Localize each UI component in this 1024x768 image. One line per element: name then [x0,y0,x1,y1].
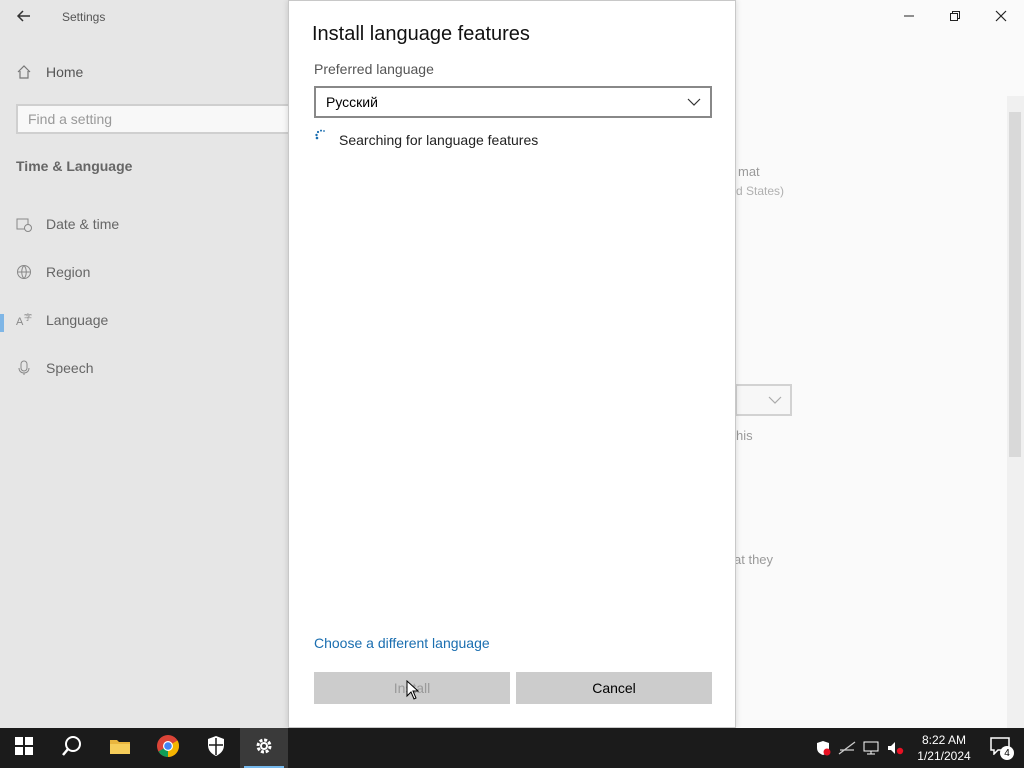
svg-text:字: 字 [24,312,32,322]
nav-item-label: Date & time [46,216,120,232]
windows-logo-icon [15,736,33,760]
loading-spinner-icon [314,129,328,143]
clock[interactable]: 8:22 AM 1/21/2024 [910,732,978,764]
gear-icon [253,735,275,762]
background-dropdown [735,384,792,416]
search-icon [61,735,83,762]
network-icon[interactable] [862,739,880,757]
taskbar-security[interactable] [192,728,240,768]
status-text: Searching for language features [339,132,539,148]
background-text: d States) [736,184,785,198]
taskbar-chrome[interactable] [144,728,192,768]
nav-item-label: Language [46,312,109,328]
speaker-muted-icon[interactable] [886,739,904,757]
nav-item-label: Region [46,264,91,280]
folder-icon [109,737,131,760]
background-text: his [736,428,753,443]
nav-item-date-time[interactable]: Date & time [16,216,119,232]
install-language-dialog: Install language features Preferred lang… [288,0,736,728]
language-select[interactable]: Русский [314,86,712,118]
security-warning-icon[interactable] [814,739,832,757]
back-arrow-icon[interactable] [14,6,34,26]
clock-time: 8:22 AM [921,733,967,747]
choose-different-language-link[interactable]: Choose a different language [314,635,490,651]
taskbar: 8:22 AM 1/21/2024 4 [0,728,1024,768]
window-title: Settings [62,10,106,24]
clock-date: 1/21/2024 [917,749,971,763]
background-text: at they [734,552,774,567]
nav-item-region[interactable]: Region [16,264,90,280]
chevron-down-icon [686,94,702,110]
nav-item-speech[interactable]: Speech [16,360,93,376]
background-text: mat [738,164,760,179]
taskbar-settings[interactable] [240,728,288,768]
home-icon [16,64,32,80]
cancel-button[interactable]: Cancel [516,672,712,704]
action-center-button[interactable]: 4 [984,728,1016,768]
settings-nav-pane: Settings Home Find a setting Time & Lang… [0,0,296,728]
system-tray: 8:22 AM 1/21/2024 4 [814,728,1024,768]
taskbar-file-explorer[interactable] [96,728,144,768]
network-disconnected-icon[interactable] [838,739,856,757]
preferred-language-label: Preferred language [314,61,434,77]
search-placeholder: Find a setting [28,111,113,127]
nav-home[interactable]: Home [16,64,83,80]
section-title: Time & Language [16,158,133,174]
scrollbar-thumb[interactable] [1009,112,1021,457]
window-controls [886,0,1024,32]
globe-icon [16,264,32,280]
shield-icon [206,735,226,762]
minimize-button[interactable] [886,0,932,32]
dialog-title: Install language features [312,23,530,45]
mouse-cursor-icon [406,680,420,700]
svg-text:A: A [16,316,24,328]
nav-item-language[interactable]: A字 Language [0,312,109,332]
language-icon: A字 [16,312,32,328]
close-button[interactable] [978,0,1024,32]
start-button[interactable] [0,728,48,768]
calendar-clock-icon [16,216,32,232]
nav-item-label: Speech [46,360,94,376]
nav-home-label: Home [46,64,84,80]
notification-count-badge: 4 [1000,746,1014,760]
search-button[interactable] [48,728,96,768]
restore-button[interactable] [932,0,978,32]
selected-language: Русский [326,94,378,110]
chrome-icon [156,734,180,763]
microphone-icon [16,360,32,376]
search-input[interactable]: Find a setting [16,104,296,134]
